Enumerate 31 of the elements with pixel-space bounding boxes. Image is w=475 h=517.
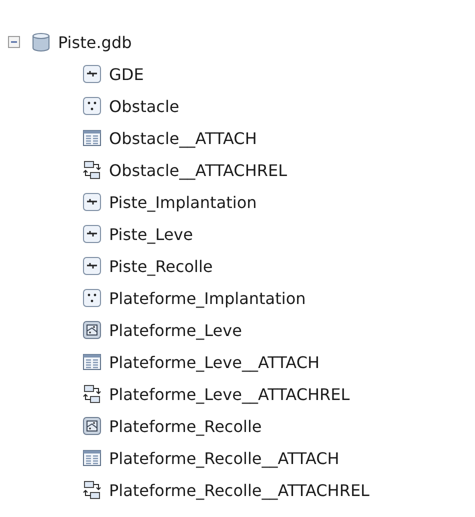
relationship-icon: [82, 160, 102, 180]
relationship-icon: [82, 384, 102, 404]
polygon-feature-icon: [82, 416, 102, 436]
tree-item[interactable]: Obstacle__ATTACHREL: [109, 160, 287, 180]
tree-item[interactable]: Piste_Recolle: [109, 256, 213, 276]
tree-item[interactable]: Obstacle__ATTACH: [109, 128, 257, 148]
table-icon: [82, 448, 102, 468]
tree-item[interactable]: Piste.gdb: [58, 32, 132, 52]
polygon-feature-icon: [82, 320, 102, 340]
line-feature-icon: [82, 64, 102, 84]
line-feature-icon: [82, 224, 102, 244]
database-icon: [31, 32, 51, 52]
tree-item[interactable]: Plateforme_Recolle__ATTACHREL: [109, 480, 370, 500]
point-feature-icon: [82, 288, 102, 308]
tree-item[interactable]: Obstacle: [109, 96, 180, 116]
collapse-icon[interactable]: [8, 36, 20, 48]
tree-item[interactable]: Plateforme_Leve__ATTACH: [109, 352, 320, 372]
point-feature-icon: [82, 96, 102, 116]
line-feature-icon: [82, 192, 102, 212]
relationship-icon: [82, 480, 102, 500]
tree-item[interactable]: Piste_Leve: [109, 224, 193, 244]
tree-item[interactable]: Plateforme_Implantation: [109, 288, 306, 308]
line-feature-icon: [82, 256, 102, 276]
tree-item[interactable]: Plateforme_Leve__ATTACHREL: [109, 384, 350, 404]
table-icon: [82, 128, 102, 148]
tree-item[interactable]: Plateforme_Recolle__ATTACH: [109, 448, 340, 468]
tree-item[interactable]: GDE: [109, 64, 144, 84]
tree-item[interactable]: Plateforme_Recolle: [109, 416, 262, 436]
tree-item[interactable]: Plateforme_Leve: [109, 320, 242, 340]
table-icon: [82, 352, 102, 372]
tree-item[interactable]: Piste_Implantation: [109, 192, 257, 212]
